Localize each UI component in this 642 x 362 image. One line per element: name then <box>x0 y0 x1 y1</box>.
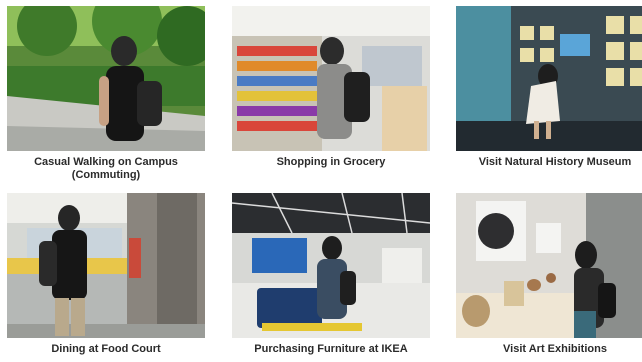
art-exhibitions-photo <box>456 193 642 338</box>
ikea-photo <box>232 193 430 338</box>
scene-tile-art-exhibitions: Visit Art Exhibitions <box>456 193 642 356</box>
scene-caption: Casual Walking on Campus (Commuting) <box>34 156 178 181</box>
scene-tile-campus-walking: Casual Walking on Campus (Commuting) <box>7 6 205 182</box>
scene-tile-ikea: Purchasing Furniture at IKEA <box>232 193 430 356</box>
scene-caption: Purchasing Furniture at IKEA <box>254 343 408 355</box>
scene-caption: Visit Art Exhibitions <box>503 343 607 355</box>
food-court-photo <box>7 193 205 338</box>
scene-tile-food-court: Dining at Food Court <box>7 193 205 356</box>
natural-history-museum-photo <box>456 6 642 151</box>
scene-tile-natural-history-museum: Visit Natural History Museum <box>456 6 642 169</box>
scene-caption: Dining at Food Court <box>51 343 161 355</box>
grocery-photo <box>232 6 430 151</box>
campus-walking-photo <box>7 6 205 151</box>
scene-caption: Shopping in Grocery <box>276 156 386 168</box>
scene-caption: Visit Natural History Museum <box>478 156 632 168</box>
scene-tile-grocery: Shopping in Grocery <box>232 6 430 169</box>
